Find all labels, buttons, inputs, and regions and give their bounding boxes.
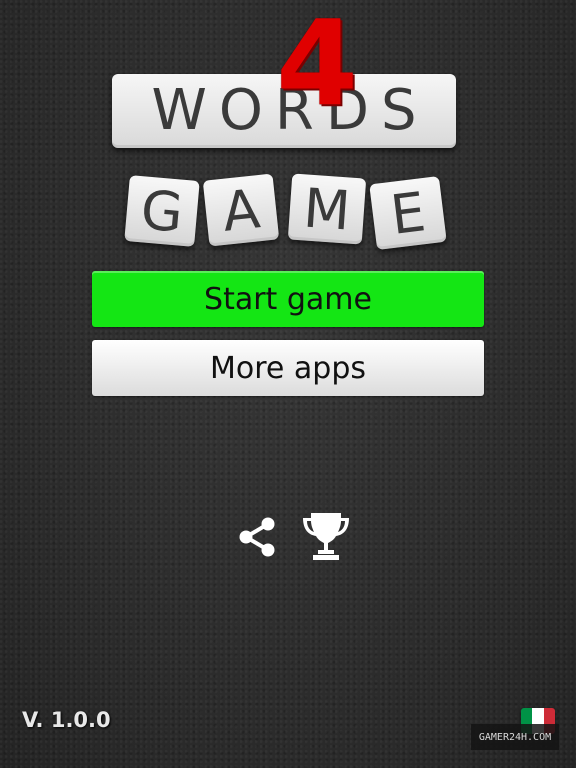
logo-tile-a: A xyxy=(202,173,280,247)
more-apps-button[interactable]: More apps xyxy=(92,340,484,396)
logo-tile-e: E xyxy=(369,175,447,251)
logo-tile-m: M xyxy=(287,173,367,245)
logo-tile-g: G xyxy=(124,175,200,247)
trophy-icon[interactable] xyxy=(301,510,351,562)
start-game-button[interactable]: Start game xyxy=(92,271,484,327)
share-icon[interactable] xyxy=(236,516,278,558)
logo-number-four: 4 xyxy=(275,0,359,132)
version-label: V. 1.0.0 xyxy=(22,708,111,732)
watermark-label: GAMER24H.COM xyxy=(471,724,559,750)
